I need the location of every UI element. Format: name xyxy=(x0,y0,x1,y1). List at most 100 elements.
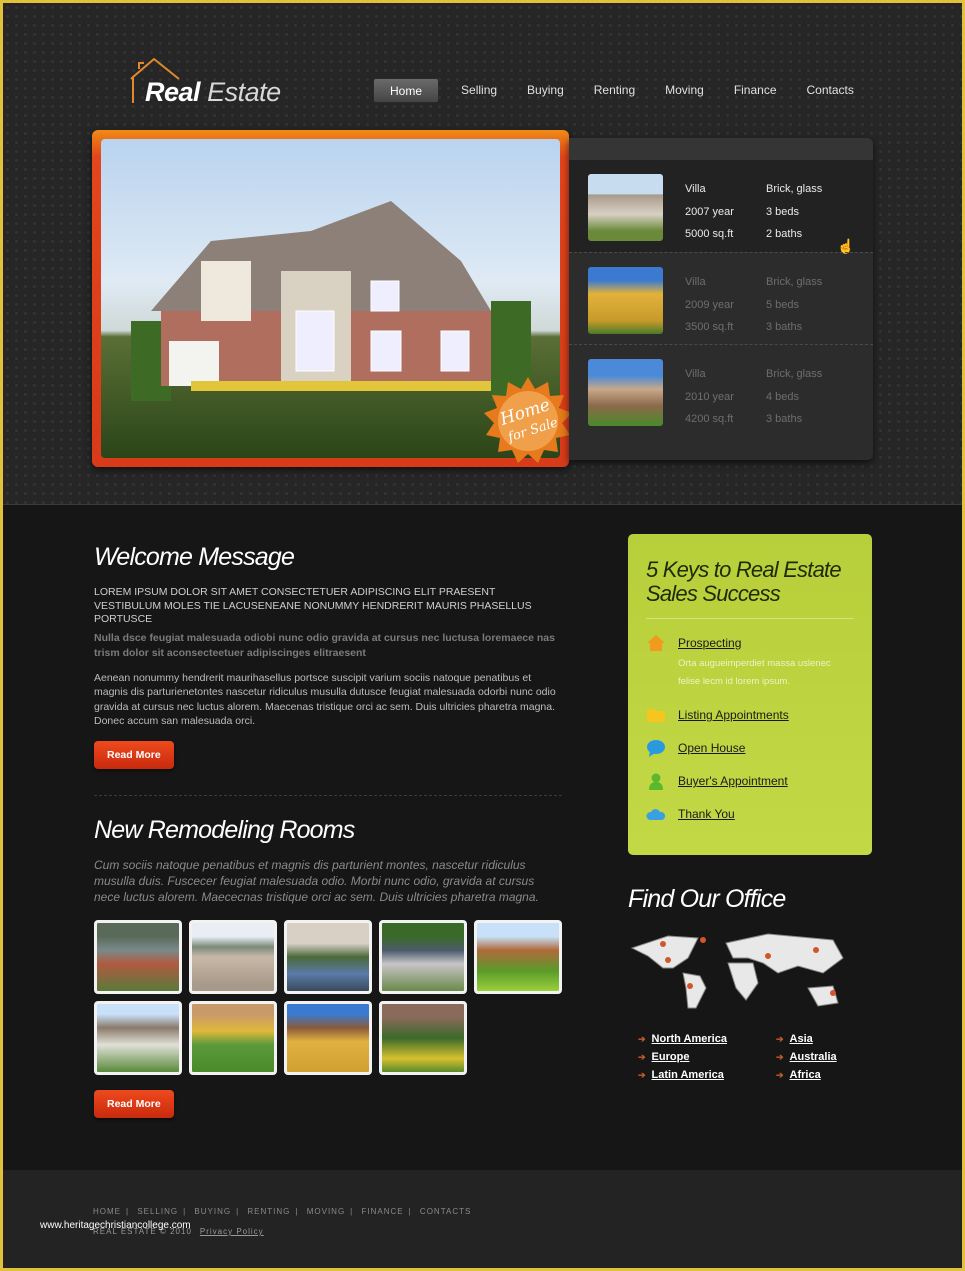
home-for-sale-badge: Home for Sale xyxy=(484,377,572,463)
listing-year: 2007 year xyxy=(685,205,734,218)
footer-link[interactable]: HOME xyxy=(93,1207,121,1216)
gallery-photo[interactable] xyxy=(474,919,562,994)
listing-material: Brick, glass xyxy=(766,276,823,288)
gallery-photo[interactable] xyxy=(379,919,467,994)
keys-title-line1: 5 Keys to Real Estate xyxy=(646,557,842,582)
region-link[interactable]: Africa xyxy=(790,1069,821,1081)
listing-thumbnail xyxy=(588,267,663,334)
listing-baths: 2 baths xyxy=(766,228,803,240)
region-link[interactable]: North America xyxy=(652,1033,727,1045)
region-link[interactable]: Latin America xyxy=(652,1069,724,1081)
listing-material: Brick, glass xyxy=(766,183,823,195)
gallery-photo[interactable] xyxy=(284,919,372,994)
logo-light: Estate xyxy=(207,77,281,107)
nav-buying[interactable]: Buying xyxy=(515,78,576,103)
listing-area: 3500 sq.ft xyxy=(685,321,734,333)
footer-link[interactable]: CONTACTS xyxy=(420,1207,471,1216)
key-link-open-house[interactable]: Open House xyxy=(678,741,745,755)
remodeling-text: Cum sociis natoque penatibus et magnis d… xyxy=(94,857,539,904)
cloud-icon xyxy=(646,809,666,820)
footer-link[interactable]: SELLING xyxy=(137,1207,178,1216)
house-image xyxy=(131,201,531,401)
listing-thumbnail xyxy=(588,174,663,241)
key-item: Buyer's Appointment xyxy=(646,772,854,790)
key-link-listing[interactable]: Listing Appointments xyxy=(678,708,789,722)
remodeling-title: New Remodeling Rooms xyxy=(94,815,355,844)
footer-nav: HOME | SELLING | BUYING | RENTING | MOVING | … xyxy=(93,1207,472,1216)
listing-item[interactable]: Villa 2007 year 5000 sq.ft Brick, glass 3 b… xyxy=(569,160,873,254)
main-content: Welcome Message LOREM IPSUM DOLOR SIT AM… xyxy=(94,543,562,1118)
gallery-photo[interactable] xyxy=(189,1000,277,1075)
nav-home[interactable]: Home xyxy=(373,78,440,103)
region-list: ➔ North America ➔ Asia ➔ Europe ➔ Australia … xyxy=(628,1033,872,1081)
world-map[interactable] xyxy=(628,928,858,1018)
nav-renting[interactable]: Renting xyxy=(582,78,647,103)
gallery-photo[interactable] xyxy=(379,1000,467,1075)
arrow-icon: ➔ xyxy=(638,1070,646,1080)
key-desc: Orta augueimperdiet massa uslenec felise… xyxy=(678,658,831,687)
welcome-subtext: Nulla dsce feugiat malesuada odiobi nunc… xyxy=(94,631,555,659)
listing-area: 5000 sq.ft xyxy=(685,228,734,240)
watermark: www.heritagechristiancollege.com xyxy=(40,1220,191,1231)
footer-link[interactable]: MOVING xyxy=(307,1207,345,1216)
welcome-intro: LOREM IPSUM DOLOR SIT AMET CONSECTETUER … xyxy=(94,586,532,625)
region-link[interactable]: Asia xyxy=(790,1033,813,1045)
key-item: Thank You xyxy=(646,805,854,823)
arrow-icon: ➔ xyxy=(638,1034,646,1044)
remodeling-read-more-button[interactable]: Read More xyxy=(94,1089,174,1118)
office-section: Find Our Office ➔ North America ➔ Asia ➔ Eu… xyxy=(628,885,872,1081)
gallery-photo[interactable] xyxy=(94,919,182,994)
logo[interactable]: Real Estate xyxy=(129,55,289,109)
sidebar: 5 Keys to Real Estate Sales Success Prosp… xyxy=(628,534,872,1081)
footer: HOME | SELLING | BUYING | RENTING | MOVING | … xyxy=(3,1170,962,1268)
listing-area: 4200 sq.ft xyxy=(685,413,734,425)
keys-box: 5 Keys to Real Estate Sales Success Prosp… xyxy=(628,534,872,855)
listings-header xyxy=(569,138,873,160)
listing-material: Brick, glass xyxy=(766,368,823,380)
listing-type: Villa xyxy=(685,183,706,195)
key-link-buyers[interactable]: Buyer's Appointment xyxy=(678,774,788,788)
user-icon xyxy=(649,773,663,790)
remodeling-gallery xyxy=(94,919,562,1075)
region-link[interactable]: Australia xyxy=(790,1051,837,1063)
key-link-prospecting[interactable]: Prospecting xyxy=(678,636,741,650)
listing-item[interactable]: Villa 2009 year 3500 sq.ft Brick, glass 5 b… xyxy=(569,252,873,344)
arrow-icon: ➔ xyxy=(776,1034,784,1044)
folder-icon xyxy=(647,709,665,722)
footer-link[interactable]: BUYING xyxy=(194,1207,231,1216)
keys-title-line2: Sales Success xyxy=(646,581,781,606)
gallery-photo[interactable] xyxy=(189,919,277,994)
arrow-icon: ➔ xyxy=(776,1052,784,1062)
key-link-thank-you[interactable]: Thank You xyxy=(678,807,735,821)
header-area: Real Estate Home Selling Buying Renting … xyxy=(3,3,962,505)
listing-baths: 3 baths xyxy=(766,321,803,333)
key-item: Open House xyxy=(646,739,854,757)
footer-link[interactable]: RENTING xyxy=(247,1207,290,1216)
nav-moving[interactable]: Moving xyxy=(653,78,716,103)
region-link[interactable]: Europe xyxy=(652,1051,690,1063)
listing-type: Villa xyxy=(685,276,706,288)
listing-baths: 3 baths xyxy=(766,413,803,425)
listing-item[interactable]: Villa 2010 year 4200 sq.ft Brick, glass 4 b… xyxy=(569,344,873,436)
privacy-link[interactable]: Privacy Policy xyxy=(200,1227,264,1236)
welcome-read-more-button[interactable]: Read More xyxy=(94,740,174,769)
listing-year: 2010 year xyxy=(685,390,734,403)
nav-finance[interactable]: Finance xyxy=(722,78,789,103)
footer-link[interactable]: FINANCE xyxy=(361,1207,403,1216)
speech-bubble-icon xyxy=(647,740,665,757)
key-item: Listing Appointments xyxy=(646,706,854,724)
listing-type: Villa xyxy=(685,368,706,380)
gallery-photo[interactable] xyxy=(284,1000,372,1075)
arrow-icon: ➔ xyxy=(776,1070,784,1080)
nav-selling[interactable]: Selling xyxy=(449,78,509,103)
office-title: Find Our Office xyxy=(628,885,786,913)
listing-thumbnail xyxy=(588,359,663,426)
listing-beds: 5 beds xyxy=(766,298,800,311)
page: Real Estate Home Selling Buying Renting … xyxy=(3,3,962,1268)
gallery-photo[interactable] xyxy=(94,1000,182,1075)
listing-year: 2009 year xyxy=(685,298,734,311)
welcome-body: Aenean nonummy hendrerit maurihasellus p… xyxy=(94,671,556,728)
listing-beds: 3 beds xyxy=(766,205,800,218)
nav-contacts[interactable]: Contacts xyxy=(795,78,866,103)
divider xyxy=(94,794,562,796)
